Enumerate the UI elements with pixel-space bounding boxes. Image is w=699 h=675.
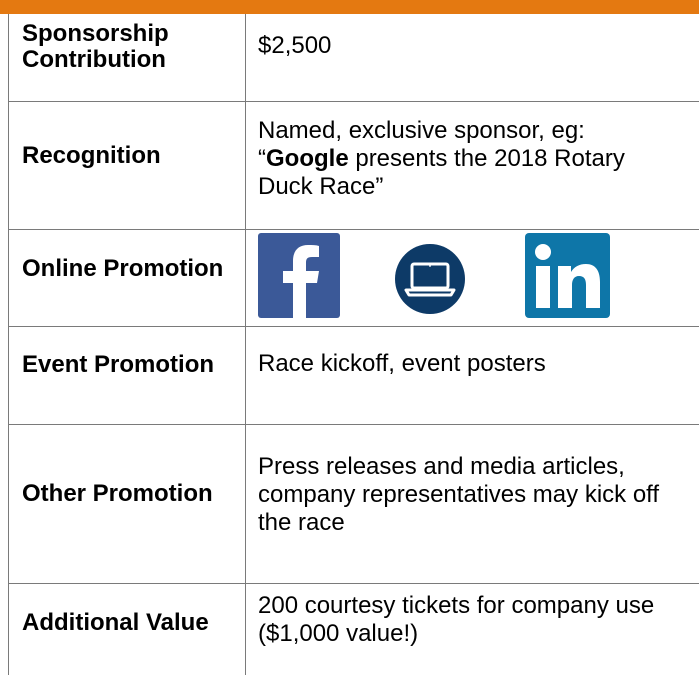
row-label-additional-value: Additional Value [22, 609, 209, 636]
row-label-online-promotion: Online Promotion [22, 255, 224, 282]
recognition-sponsor-name: Google [266, 145, 349, 172]
row-label-recognition: Recognition [22, 142, 161, 169]
laptop-icon [395, 244, 465, 314]
recognition-text-prefix: Named, exclusive sponsor, eg: [258, 117, 585, 144]
column-divider [245, 14, 246, 675]
top-accent-bar [0, 0, 699, 14]
row-label-sponsorship: Sponsorship Contribution [22, 20, 169, 73]
facebook-icon [258, 233, 340, 318]
row-value-sponsorship: $2,500 [258, 32, 332, 59]
left-border [8, 14, 9, 675]
row-value-other-promotion: Press releases and media articles, compa… [258, 453, 660, 536]
online-promotion-icons [258, 233, 678, 318]
row-value-additional-value: 200 courtesy tickets for company use ($1… [258, 592, 655, 647]
linkedin-icon [525, 233, 610, 318]
row-value-recognition: Named, exclusive sponsor, eg: “Google pr… [258, 103, 698, 215]
row-value-event-promotion: Race kickoff, event posters [258, 350, 546, 377]
recognition-quote-open: “ [258, 145, 266, 172]
row-label-other-promotion: Other Promotion [22, 480, 213, 507]
row-label-event-promotion: Event Promotion [22, 351, 215, 378]
